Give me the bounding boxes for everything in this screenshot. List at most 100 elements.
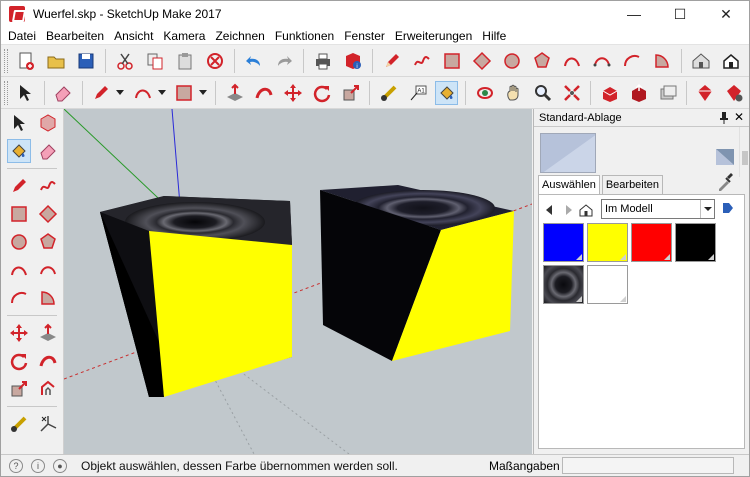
default-material-icon[interactable]: [716, 149, 734, 165]
two-point-arc-button[interactable]: [590, 49, 614, 73]
rotated-rectangle-button[interactable]: [37, 202, 61, 226]
credits-icon[interactable]: i: [31, 458, 45, 473]
pie-tool-button[interactable]: [650, 49, 674, 73]
freehand-tool-button[interactable]: [37, 174, 61, 198]
rotate-tool-button[interactable]: [310, 81, 333, 105]
polygon-tool-button[interactable]: [530, 49, 554, 73]
home-icon[interactable]: [579, 203, 593, 217]
user-icon[interactable]: ●: [53, 458, 67, 473]
pan-button[interactable]: [502, 81, 525, 105]
copy-button[interactable]: [143, 49, 167, 73]
polygon-tool-button[interactable]: [37, 230, 61, 254]
undo-button[interactable]: [242, 49, 266, 73]
swatch-red[interactable]: [631, 223, 672, 262]
follow-me-button[interactable]: [252, 81, 275, 105]
shape-tools-button[interactable]: [173, 81, 196, 105]
shape-tools-dropdown[interactable]: [199, 81, 208, 105]
scale-tool-button[interactable]: [7, 377, 31, 401]
menu-zeichnen[interactable]: Zeichnen: [210, 27, 269, 45]
pin-icon[interactable]: [719, 112, 729, 124]
pie-tool-button[interactable]: [37, 286, 61, 310]
tray-scrollbar[interactable]: [739, 127, 749, 177]
zoom-extents-button[interactable]: [560, 81, 583, 105]
axes-tool-button[interactable]: [37, 412, 61, 436]
menu-funktionen[interactable]: Funktionen: [270, 27, 339, 45]
zoom-button[interactable]: [531, 81, 554, 105]
eyedropper-icon[interactable]: [717, 173, 733, 191]
swatch-black[interactable]: [675, 223, 716, 262]
swatch-dark-texture[interactable]: [543, 265, 584, 304]
offset-tool-button[interactable]: [37, 377, 61, 401]
home-button[interactable]: [719, 49, 743, 73]
save-button[interactable]: [74, 49, 98, 73]
make-component-button[interactable]: [37, 111, 61, 135]
arc-tool-button[interactable]: [560, 49, 584, 73]
forward-arrow-icon[interactable]: [561, 203, 575, 217]
back-arrow-icon[interactable]: [543, 203, 557, 217]
text-tool-button[interactable]: A1: [406, 81, 429, 105]
three-point-arc-button[interactable]: [620, 49, 644, 73]
rotated-rectangle-button[interactable]: [470, 49, 494, 73]
pencil-tool-button[interactable]: [380, 49, 404, 73]
extension-manager-button[interactable]: [723, 81, 746, 105]
line-tool-dropdown[interactable]: [116, 81, 125, 105]
share-model-button[interactable]: [627, 81, 650, 105]
print-button[interactable]: [311, 49, 335, 73]
close-button[interactable]: ✕: [703, 1, 749, 27]
collection-dropdown[interactable]: Im Modell: [601, 199, 715, 219]
close-icon[interactable]: ✕: [734, 110, 744, 124]
follow-me-button[interactable]: [37, 349, 61, 373]
circle-tool-button[interactable]: [500, 49, 524, 73]
rectangle-tool-button[interactable]: [440, 49, 464, 73]
details-arrow-icon[interactable]: [721, 201, 735, 215]
delete-button[interactable]: [203, 49, 227, 73]
model-info-button[interactable]: i: [341, 49, 365, 73]
rectangle-tool-button[interactable]: [7, 202, 31, 226]
swatch-blue[interactable]: [543, 223, 584, 262]
push-pull-button[interactable]: [223, 81, 246, 105]
swatch-white[interactable]: [587, 265, 628, 304]
open-file-button[interactable]: [44, 49, 68, 73]
get-models-button[interactable]: [598, 81, 621, 105]
rotate-tool-button[interactable]: [7, 349, 31, 373]
menu-erweiterungen[interactable]: Erweiterungen: [390, 27, 477, 45]
menu-kamera[interactable]: Kamera: [158, 27, 210, 45]
arc-tools-button[interactable]: [131, 81, 154, 105]
line-tool-button[interactable]: [90, 81, 113, 105]
minimize-button[interactable]: —: [611, 1, 657, 27]
menu-ansicht[interactable]: Ansicht: [109, 27, 158, 45]
orbit-button[interactable]: [473, 81, 496, 105]
tab-auswaehlen[interactable]: Auswählen: [538, 175, 600, 194]
swatch-yellow[interactable]: [587, 223, 628, 262]
push-pull-button[interactable]: [37, 321, 61, 345]
eraser-tool-button[interactable]: [37, 139, 61, 163]
toolbar-grip[interactable]: [4, 80, 8, 105]
line-tool-button[interactable]: [7, 174, 31, 198]
cube-left[interactable]: [100, 196, 292, 397]
eraser-tool-button[interactable]: [52, 81, 75, 105]
menu-bearbeiten[interactable]: Bearbeiten: [41, 27, 109, 45]
select-tool-button[interactable]: [14, 81, 37, 105]
tape-measure-button[interactable]: [377, 81, 400, 105]
extension-warehouse-button[interactable]: [694, 81, 717, 105]
paint-bucket-button[interactable]: [435, 80, 459, 105]
maximize-button[interactable]: ☐: [657, 1, 703, 27]
freehand-tool-button[interactable]: [410, 49, 434, 73]
scale-tool-button[interactable]: [339, 81, 362, 105]
menu-fenster[interactable]: Fenster: [339, 27, 390, 45]
share-component-button[interactable]: [656, 81, 679, 105]
toolbar-grip[interactable]: [4, 48, 8, 73]
move-tool-button[interactable]: [281, 81, 304, 105]
circle-tool-button[interactable]: [7, 230, 31, 254]
tape-measure-button[interactable]: [7, 412, 31, 436]
redo-button[interactable]: [272, 49, 296, 73]
drawing-viewport[interactable]: [64, 109, 532, 454]
cube-right[interactable]: [320, 185, 514, 361]
two-point-arc-button[interactable]: [37, 258, 61, 282]
menu-datei[interactable]: Datei: [3, 27, 41, 45]
arc-tool-button[interactable]: [7, 258, 31, 282]
select-tool-button[interactable]: [7, 111, 31, 135]
cut-button[interactable]: [113, 49, 137, 73]
arc-tools-dropdown[interactable]: [157, 81, 166, 105]
paste-button[interactable]: [173, 49, 197, 73]
